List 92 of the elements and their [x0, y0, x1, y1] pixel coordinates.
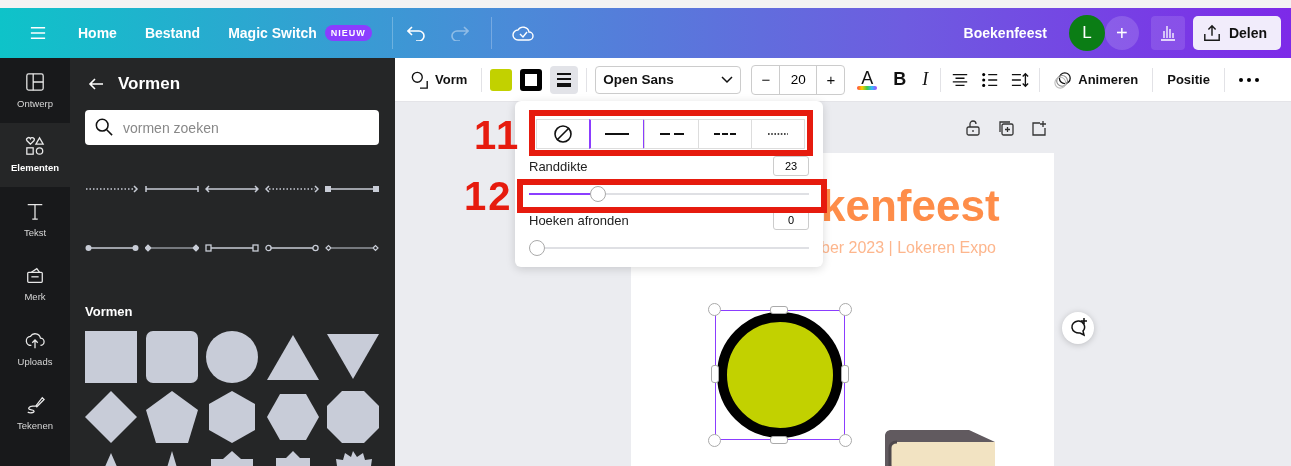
cloud-check-icon[interactable] — [511, 25, 534, 41]
sidebar-item[interactable]: Tekenen — [0, 380, 70, 445]
new-badge: NIEUW — [324, 25, 372, 41]
solid-line-option[interactable] — [589, 119, 646, 149]
sidebar-item[interactable]: Elementen — [0, 122, 70, 187]
hollow-circle-end-line-icon[interactable] — [265, 244, 319, 252]
rounded-square-shape[interactable] — [145, 331, 198, 383]
resize-handle[interactable] — [839, 434, 852, 447]
slider-thumb[interactable] — [589, 186, 606, 202]
resize-handle[interactable] — [770, 306, 788, 314]
square-end-line-icon[interactable] — [325, 185, 379, 193]
decrease-size-button[interactable]: − — [752, 65, 780, 94]
caret-icon — [721, 75, 734, 84]
long-dash-option[interactable] — [644, 119, 699, 149]
italic-button[interactable]: I — [918, 69, 933, 90]
line-spacing-icon[interactable] — [1011, 71, 1030, 88]
animate-button[interactable]: Animeren — [1048, 66, 1145, 93]
selected-circle-shape[interactable] — [715, 310, 845, 440]
slider-label: Hoeken afronden — [529, 212, 629, 228]
dashed-line-icon — [712, 132, 737, 136]
position-button[interactable]: Positie — [1161, 68, 1216, 91]
section-title: Vormen — [85, 304, 134, 319]
resize-handle[interactable] — [708, 434, 721, 447]
double-arrow-line-icon[interactable] — [205, 185, 259, 193]
solid-line-icon — [605, 132, 630, 136]
user-avatar[interactable]: L — [1068, 15, 1105, 51]
sidebar-item[interactable]: Merk — [0, 251, 70, 316]
circle-shape[interactable] — [206, 331, 258, 383]
search-field[interactable]: vormen zoeken — [85, 110, 379, 145]
no-border-option[interactable] — [536, 119, 591, 149]
dotted-arrow-line-icon[interactable] — [85, 185, 139, 193]
pentagon-shape[interactable] — [145, 391, 198, 443]
shapes-icon — [25, 136, 45, 157]
share-button[interactable]: Delen — [1192, 16, 1281, 50]
unlocked-padlock-icon[interactable] — [965, 119, 981, 136]
hexagon-shape[interactable] — [266, 391, 319, 443]
resize-handle[interactable] — [708, 303, 721, 316]
poster-title: kenfeest — [821, 183, 1000, 229]
resize-handle[interactable] — [770, 436, 788, 444]
animation-circles-icon — [1054, 70, 1073, 89]
document-title[interactable]: Boekenfeest — [963, 25, 1047, 41]
dotted-line-option[interactable] — [750, 119, 805, 149]
upload-icon — [1202, 24, 1221, 42]
font-size-field[interactable]: 20 — [779, 65, 818, 94]
back-arrow-icon[interactable] — [88, 77, 104, 91]
slider-value-field[interactable]: 0 — [773, 210, 809, 230]
dotted-line-icon — [765, 132, 790, 136]
sidebar-item[interactable]: Uploads — [0, 316, 70, 381]
slider-thumb[interactable] — [529, 240, 545, 256]
bold-button[interactable]: B — [889, 69, 911, 90]
add-page-icon[interactable] — [1031, 119, 1047, 136]
resize-handle[interactable] — [841, 365, 849, 383]
hexagon-shape[interactable] — [206, 391, 258, 443]
diamond-shape[interactable] — [85, 391, 137, 443]
fill-color-swatch[interactable] — [490, 68, 513, 91]
text-color-button[interactable]: A — [853, 69, 882, 90]
resize-handle[interactable] — [839, 303, 852, 316]
briefcase-icon — [25, 265, 45, 286]
duplicate-icon[interactable] — [998, 119, 1014, 136]
octagon-shape[interactable] — [327, 391, 379, 443]
dot-end-line-icon[interactable] — [85, 244, 139, 252]
border-style-icon[interactable] — [550, 65, 579, 94]
slider-label: Randdikte — [529, 158, 588, 174]
add-collaborator-button[interactable]: + — [1104, 16, 1139, 50]
sidebar-item[interactable]: Tekst — [0, 187, 70, 252]
bullet-list-icon[interactable] — [981, 71, 1000, 88]
search-icon — [95, 118, 113, 136]
step-number: 11 — [474, 115, 521, 155]
diamond-end-line-icon[interactable] — [145, 244, 199, 252]
add-comment-icon[interactable] — [1061, 311, 1095, 345]
hollow-diamond-end-line-icon[interactable] — [325, 244, 379, 252]
border-color-swatch[interactable] — [520, 68, 543, 91]
align-center-icon[interactable] — [951, 71, 970, 88]
undo-icon[interactable] — [406, 25, 427, 41]
layout-icon — [25, 71, 45, 92]
pen-icon — [25, 394, 45, 415]
shapes-icon — [411, 70, 429, 89]
long-dash-line-icon — [659, 132, 684, 136]
resize-handle[interactable] — [711, 365, 719, 383]
increase-size-button[interactable]: + — [817, 65, 845, 94]
dashed-line-option[interactable] — [697, 119, 752, 149]
shape-button[interactable]: Vorm — [405, 66, 474, 93]
panel-title: Vormen — [118, 74, 181, 94]
dotted-double-arrow-line-icon[interactable] — [265, 185, 319, 193]
step-number: 12 — [464, 176, 513, 216]
chart-icon[interactable] — [1150, 16, 1185, 50]
sidebar-item[interactable]: Ontwerp — [0, 58, 70, 123]
more-options-icon[interactable] — [1238, 77, 1259, 82]
bracket-line-icon[interactable] — [145, 185, 199, 193]
font-dropdown[interactable]: Open Sans — [595, 65, 742, 94]
hollow-square-end-line-icon[interactable] — [205, 244, 259, 252]
slider-value-field[interactable]: 23 — [773, 156, 809, 176]
